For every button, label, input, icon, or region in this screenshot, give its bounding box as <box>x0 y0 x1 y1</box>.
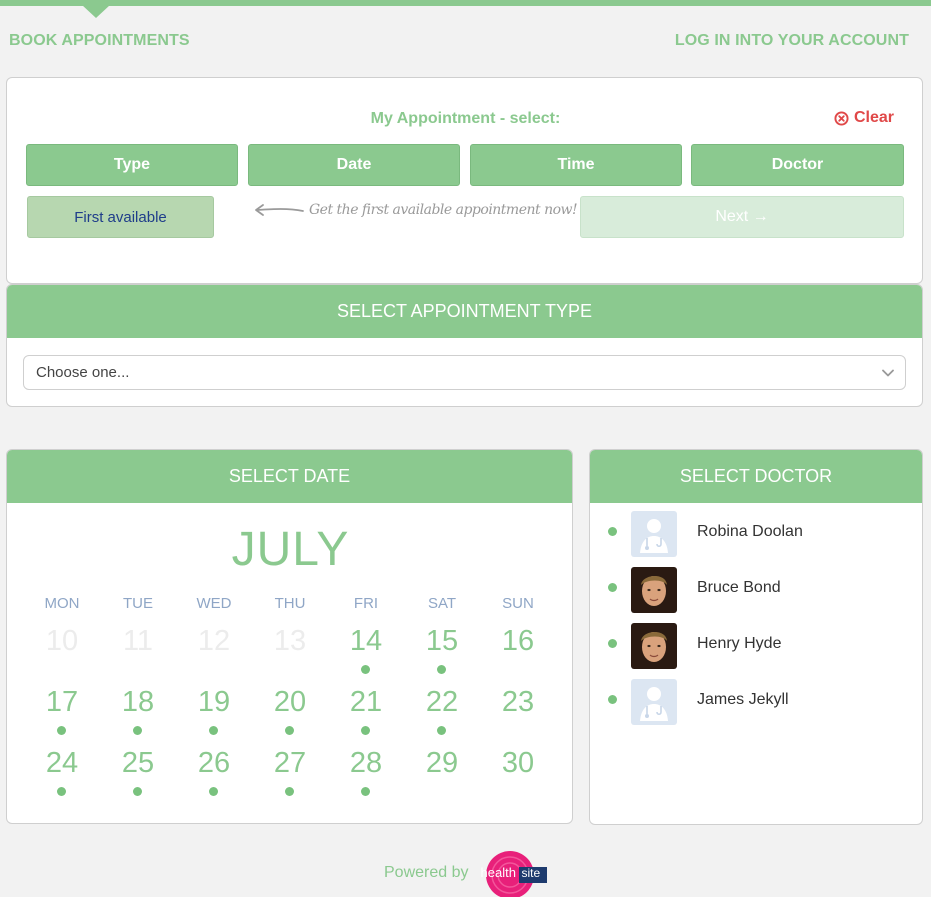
availability-dot <box>133 787 142 796</box>
clear-button[interactable]: Clear <box>834 109 894 127</box>
weekday-label: THU <box>274 595 306 612</box>
calendar-day: 11 <box>122 625 154 657</box>
doctor-photo-avatar <box>631 567 677 613</box>
calendar-day[interactable]: 25 <box>108 747 168 780</box>
doctor-list-item[interactable]: Henry Hyde <box>590 623 922 671</box>
doctor-name: James Jekyll <box>697 691 789 708</box>
clear-circle-x-icon <box>834 110 849 126</box>
calendar-day[interactable]: 28 <box>336 747 396 780</box>
availability-dot <box>209 787 218 796</box>
doctor-name: Bruce Bond <box>697 579 781 596</box>
select-date-header: SELECT DATE <box>7 450 572 503</box>
login-link[interactable]: LOG IN INTO YOUR ACCOUNT <box>675 32 909 50</box>
doctor-placeholder-icon <box>631 511 677 557</box>
calendar-day[interactable]: 17 <box>32 686 92 719</box>
calendar-day[interactable]: 24 <box>32 747 92 780</box>
clear-label: Clear <box>853 109 894 126</box>
weekday-label: WED <box>196 595 232 612</box>
summary-title: My Appointment - select: <box>370 110 561 127</box>
logo-word-site: site <box>521 866 541 880</box>
weekday-label: SUN <box>502 595 534 612</box>
availability-dot <box>361 665 370 674</box>
calendar-day[interactable]: 27 <box>260 747 320 780</box>
calendar-day[interactable]: 15 <box>412 625 472 658</box>
healthsite-logo[interactable]: health site <box>474 848 550 897</box>
calendar-day[interactable]: 19 <box>184 686 244 719</box>
calendar-day: 12 <box>197 625 231 657</box>
weekday-label: FRI <box>353 595 379 612</box>
next-button[interactable]: Next → <box>580 196 904 238</box>
calendar-day: 10 <box>45 625 79 657</box>
calendar-day[interactable]: 16 <box>488 625 548 658</box>
doctor-list-item[interactable]: Bruce Bond <box>590 567 922 615</box>
book-appointments-link[interactable]: BOOK APPOINTMENTS <box>9 32 190 50</box>
calendar-day[interactable]: 20 <box>260 686 320 719</box>
availability-dot <box>437 726 446 735</box>
select-doctor-header: SELECT DOCTOR <box>590 450 922 503</box>
availability-dot <box>57 787 66 796</box>
availability-dot <box>285 726 294 735</box>
chevron-down-icon <box>882 369 894 377</box>
calendar-month: JULY <box>231 523 350 576</box>
step-time-button[interactable]: Time <box>470 144 682 186</box>
doctor-list-item[interactable]: James Jekyll <box>590 679 922 727</box>
doctor-placeholder-icon <box>631 679 677 725</box>
availability-dot <box>133 726 142 735</box>
step-doctor-button[interactable]: Doctor <box>691 144 904 186</box>
calendar-day: 13 <box>273 625 307 657</box>
select-date-card: SELECT DATE JULY MON TUE WED THU FRI SAT SUN 10… <box>6 449 573 824</box>
calendar-day[interactable]: 29 <box>412 747 472 780</box>
powered-by-text: Powered by <box>384 864 469 881</box>
appointment-type-card: SELECT APPOINTMENT TYPE Choose one... <box>6 284 923 407</box>
calendar-day[interactable]: 14 <box>336 625 396 658</box>
doctor-name: Robina Doolan <box>697 523 803 540</box>
bullet-dot <box>608 583 617 592</box>
weekday-label: MON <box>44 595 80 612</box>
step-type-button[interactable]: Type <box>26 144 238 186</box>
select-doctor-card: SELECT DOCTOR Robina Doolan Bruce Bond Hen… <box>589 449 923 825</box>
weekday-label: TUE <box>123 595 153 612</box>
calendar-day[interactable]: 30 <box>488 747 548 780</box>
first-available-button[interactable]: First available <box>27 196 214 238</box>
logo-word-health: health <box>480 865 516 880</box>
availability-dot <box>361 787 370 796</box>
appointment-type-select[interactable]: Choose one... <box>23 355 906 390</box>
top-accent-bar <box>0 0 931 6</box>
availability-dot <box>209 726 218 735</box>
calendar-day[interactable]: 18 <box>108 686 168 719</box>
availability-dot <box>361 726 370 735</box>
doctor-list-item[interactable]: Robina Doolan <box>590 511 922 559</box>
bullet-dot <box>608 695 617 704</box>
active-tab-caret <box>82 5 110 18</box>
availability-dot <box>437 665 446 674</box>
appointment-type-select-value: Choose one... <box>36 364 130 381</box>
first-available-hint: Get the first available appointment now! <box>253 202 578 218</box>
hint-text: Get the first available appointment now! <box>309 202 578 218</box>
appointment-type-header: SELECT APPOINTMENT TYPE <box>7 285 922 338</box>
calendar-day[interactable]: 21 <box>336 686 396 719</box>
calendar-day[interactable]: 26 <box>184 747 244 780</box>
availability-dot <box>285 787 294 796</box>
doctor-photo-avatar <box>631 623 677 669</box>
step-date-button[interactable]: Date <box>248 144 460 186</box>
calendar-day[interactable]: 22 <box>412 686 472 719</box>
powered-by-footer: Powered by health site <box>384 848 550 897</box>
availability-dot <box>57 726 66 735</box>
bullet-dot <box>608 639 617 648</box>
calendar-day[interactable]: 23 <box>488 686 548 719</box>
arrow-left-icon <box>255 204 304 216</box>
doctor-name: Henry Hyde <box>697 635 782 652</box>
weekday-label: SAT <box>427 595 457 612</box>
appointment-summary-card: My Appointment - select: Clear Type Date… <box>6 77 923 284</box>
bullet-dot <box>608 527 617 536</box>
